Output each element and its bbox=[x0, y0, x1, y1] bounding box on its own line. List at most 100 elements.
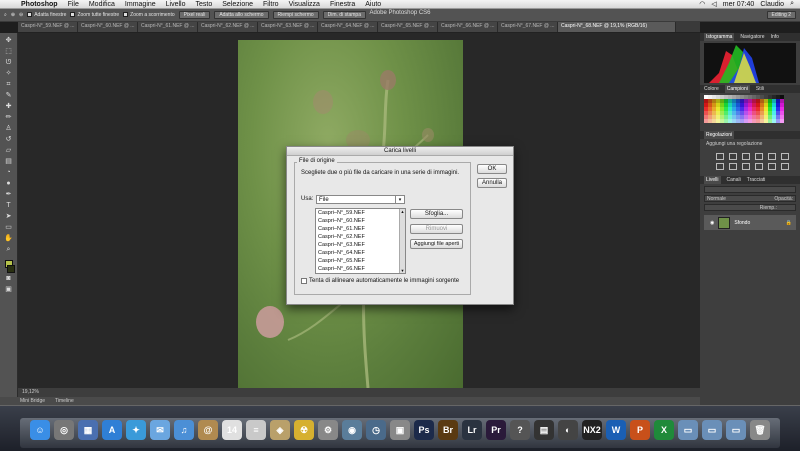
checkbox-zoom-tutte[interactable]: Zoom tutte finestre bbox=[70, 12, 119, 18]
menu-selezione[interactable]: Selezione bbox=[217, 1, 258, 8]
tab-doc-66[interactable]: Caspri-N°_66.NEF @ ... bbox=[438, 22, 498, 32]
zoom-readout[interactable]: 19,12% bbox=[22, 389, 39, 395]
calendar-icon[interactable]: 14 bbox=[222, 420, 242, 440]
tab-colore[interactable]: Colore bbox=[704, 85, 719, 93]
levels-icon[interactable] bbox=[729, 153, 737, 160]
zoom-tool-icon[interactable]: ⌕ bbox=[4, 12, 7, 18]
pen-tool-icon[interactable]: ✒ bbox=[3, 190, 14, 200]
tab-mini-bridge[interactable]: Mini Bridge bbox=[20, 397, 45, 405]
help-icon[interactable]: ? bbox=[510, 420, 530, 440]
tab-doc-67[interactable]: Caspri-N°_67.NEF @ ... bbox=[498, 22, 558, 32]
gradient-tool-icon[interactable]: ▤ bbox=[3, 157, 14, 167]
folder-docs-icon[interactable]: ▭ bbox=[702, 420, 722, 440]
finder-icon[interactable]: ☺ bbox=[30, 420, 50, 440]
healing-tool-icon[interactable]: ✚ bbox=[3, 102, 14, 112]
menu-testo[interactable]: Testo bbox=[191, 1, 218, 8]
menu-photoshop[interactable]: Photoshop bbox=[16, 1, 63, 8]
itunes-icon[interactable]: ♫ bbox=[174, 420, 194, 440]
quick-mask-icon[interactable]: ◙ bbox=[3, 274, 14, 284]
marquee-tool-icon[interactable]: ⬚ bbox=[3, 47, 14, 57]
move-tool-icon[interactable]: ✥ bbox=[3, 36, 14, 46]
photo-filter-icon[interactable] bbox=[742, 163, 750, 170]
checkbox-zoom-scorrimento[interactable]: Zoom a scorrimento bbox=[123, 12, 175, 18]
word-icon[interactable]: W bbox=[606, 420, 626, 440]
tab-doc-60[interactable]: Caspri-N°_60.NEF @ ... bbox=[78, 22, 138, 32]
add-open-files-button[interactable]: Aggiungi file aperti bbox=[410, 239, 463, 249]
ok-button[interactable]: OK bbox=[477, 164, 507, 174]
list-item[interactable]: Caspri–N°_59.NEF bbox=[316, 209, 405, 217]
nx2-icon[interactable]: NX2 bbox=[582, 420, 602, 440]
brightness-icon[interactable] bbox=[716, 153, 724, 160]
time-machine-icon[interactable]: ◷ bbox=[366, 420, 386, 440]
hand-tool-icon[interactable]: ✋ bbox=[3, 234, 14, 244]
eye-icon[interactable]: ◉ bbox=[710, 220, 714, 226]
list-item[interactable]: Caspri–N°_61.NEF bbox=[316, 225, 405, 233]
folder-downloads-icon[interactable]: ▭ bbox=[726, 420, 746, 440]
photobooth-icon[interactable]: ▣ bbox=[390, 420, 410, 440]
contacts-icon[interactable]: @ bbox=[198, 420, 218, 440]
crop-tool-icon[interactable]: ⌗ bbox=[3, 80, 14, 90]
workspace-select[interactable]: Editing 2 bbox=[766, 11, 796, 19]
background-color-swatch[interactable] bbox=[7, 265, 15, 273]
cancel-button[interactable]: Annulla bbox=[477, 178, 507, 188]
tab-doc-61[interactable]: Caspri-N°_61.NEF @ ... bbox=[138, 22, 198, 32]
mission-control-icon[interactable]: ▦ bbox=[78, 420, 98, 440]
stamp-tool-icon[interactable]: ♙ bbox=[3, 124, 14, 134]
screen-mode-icon[interactable]: ▣ bbox=[3, 285, 14, 295]
menu-modifica[interactable]: Modifica bbox=[84, 1, 120, 8]
bridge-icon[interactable]: Br bbox=[438, 420, 458, 440]
blend-mode-select[interactable]: Normale bbox=[707, 196, 726, 202]
list-item[interactable]: Caspri–N°_65.NEF bbox=[316, 257, 405, 265]
scroll-up-icon[interactable]: ▲ bbox=[400, 209, 405, 214]
tab-info[interactable]: Info bbox=[771, 33, 779, 41]
tab-canali[interactable]: Canali bbox=[727, 176, 741, 184]
volume-icon[interactable]: ◁ bbox=[711, 0, 716, 8]
remove-button[interactable]: Rimuovi bbox=[410, 224, 463, 234]
tab-doc-59[interactable]: Caspri-N°_59.NEF @ ... bbox=[18, 22, 78, 32]
folder-apps-icon[interactable]: ▭ bbox=[678, 420, 698, 440]
menu-aiuto[interactable]: Aiuto bbox=[360, 1, 386, 8]
tab-timeline[interactable]: Timeline bbox=[55, 397, 74, 405]
capture-icon[interactable]: ◐ bbox=[558, 420, 578, 440]
premiere-icon[interactable]: Pr bbox=[486, 420, 506, 440]
tab-doc-68[interactable]: Caspri-N°_68.NEF @ 19,1% (RGB/16) bbox=[558, 22, 676, 32]
system-preferences-icon[interactable]: ⚙ bbox=[318, 420, 338, 440]
disk-utility-icon[interactable]: ☢ bbox=[294, 420, 314, 440]
swatches-grid[interactable] bbox=[704, 95, 796, 123]
tab-stili[interactable]: Stili bbox=[756, 85, 764, 93]
eyedropper-tool-icon[interactable]: ✎ bbox=[3, 91, 14, 101]
menu-filtro[interactable]: Filtro bbox=[258, 1, 284, 8]
menu-file[interactable]: File bbox=[63, 1, 84, 8]
menubar-clock[interactable]: mer 07:40 bbox=[723, 1, 755, 8]
file-list[interactable]: Caspri–N°_59.NEF Caspri–N°_60.NEF Caspri… bbox=[315, 208, 406, 274]
list-item[interactable]: Caspri–N°_64.NEF bbox=[316, 249, 405, 257]
adatta-schermo-button[interactable]: Adatta allo schermo bbox=[214, 11, 269, 19]
list-item[interactable]: Caspri–N°_66.NEF bbox=[316, 265, 405, 273]
excel-icon[interactable]: X bbox=[654, 420, 674, 440]
wifi-icon[interactable]: ◠ bbox=[699, 0, 705, 8]
dodge-tool-icon[interactable]: ● bbox=[3, 179, 14, 189]
history-brush-tool-icon[interactable]: ↺ bbox=[3, 135, 14, 145]
checkbox-adatta-finestre[interactable]: Adatta finestre bbox=[27, 12, 66, 18]
browse-button[interactable]: Sfoglia... bbox=[410, 209, 463, 219]
use-select[interactable]: File ▾ bbox=[316, 195, 405, 204]
list-item[interactable]: Caspri–N°_62.NEF bbox=[316, 233, 405, 241]
zoom-out-icon[interactable]: ⊖ bbox=[19, 12, 23, 18]
file-list-scrollbar[interactable]: ▲ ▼ bbox=[399, 209, 405, 273]
color-swatch[interactable] bbox=[780, 119, 784, 123]
preview-icon[interactable]: ◈ bbox=[270, 420, 290, 440]
pixel-reali-button[interactable]: Pixel reali bbox=[178, 11, 211, 19]
safari-icon[interactable]: ✦ bbox=[126, 420, 146, 440]
tab-doc-65[interactable]: Caspri-N°_65.NEF @ ... bbox=[378, 22, 438, 32]
auto-align-checkbox-row[interactable]: Tenta di allineare automaticamente le im… bbox=[301, 278, 459, 284]
trash-utility-icon[interactable]: ◉ bbox=[342, 420, 362, 440]
tab-doc-64[interactable]: Caspri-N°_64.NEF @ ... bbox=[318, 22, 378, 32]
eraser-tool-icon[interactable]: ▱ bbox=[3, 146, 14, 156]
lookup-icon[interactable] bbox=[768, 163, 776, 170]
launchpad-icon[interactable]: ◎ bbox=[54, 420, 74, 440]
powerpoint-icon[interactable]: P bbox=[630, 420, 650, 440]
channel-mixer-icon[interactable] bbox=[755, 163, 763, 170]
camera-icon[interactable]: ▤ bbox=[534, 420, 554, 440]
tab-doc-62[interactable]: Caspri-N°_62.NEF @ ... bbox=[198, 22, 258, 32]
zoom-in-icon[interactable]: ⊕ bbox=[11, 12, 15, 18]
